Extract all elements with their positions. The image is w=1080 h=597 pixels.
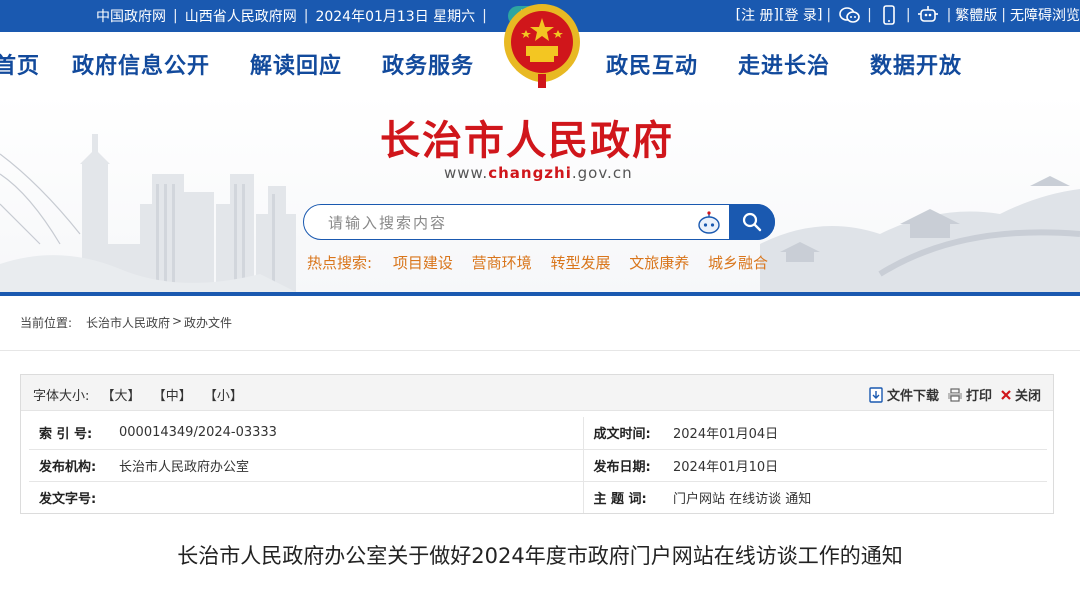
bracket: ] — [816, 7, 823, 23]
divider: | — [905, 7, 911, 23]
meta-key: 发布机构: — [29, 449, 109, 482]
divider: | — [946, 7, 952, 23]
printer-icon — [947, 387, 962, 402]
hot-search-item[interactable]: 营商环境 — [472, 254, 532, 272]
top-bar-right: [ 注 册 ][ 登 录 ] | | | | 繁體版 | 无障碍浏览 — [736, 5, 1080, 25]
meta-value — [109, 481, 584, 513]
site-title: 长治市人民政府 — [380, 117, 674, 164]
url-prefix: www. — [444, 164, 489, 182]
register-link[interactable]: 注 册 — [741, 5, 773, 25]
document-info-panel: 字体大小: 【大】 【中】 【小】 文件下载 打印 关闭 索 引 号: 0000… — [20, 374, 1054, 514]
meta-value: 000014349/2024-03333 — [109, 417, 584, 450]
table-row: 发文字号: 主 题 词: 门户网站 在线访谈 通知 — [29, 481, 1047, 513]
hot-search-label: 热点搜索: — [307, 254, 373, 272]
divider: | — [482, 8, 487, 24]
document-meta-table: 索 引 号: 000014349/2024-03333 成文时间: 2024年0… — [29, 417, 1047, 513]
divider — [0, 350, 1080, 351]
meta-value: 2024年01月10日 — [663, 449, 1047, 482]
font-size-large-button[interactable]: 【大】 — [102, 389, 141, 404]
breadcrumb-current[interactable]: 政办文件 — [184, 314, 232, 331]
link-shanxi-gov[interactable]: 山西省人民政府网 — [185, 6, 297, 26]
font-size-control: 字体大小: 【大】 【中】 【小】 — [33, 385, 251, 404]
search-button[interactable] — [729, 204, 775, 240]
nav-item-interpretation[interactable]: 解读回应 — [250, 48, 342, 80]
document-title: 长治市人民政府办公室关于做好2024年度市政府门户网站在线访谈工作的通知 — [177, 544, 903, 568]
login-link[interactable]: 登 录 — [784, 5, 816, 25]
nav-item-about-changzhi[interactable]: 走进长治 — [738, 48, 830, 80]
link-central-gov[interactable]: 中国政府网 — [96, 6, 166, 26]
wechat-icon[interactable] — [839, 5, 861, 25]
print-button[interactable]: 打印 — [947, 385, 992, 404]
url-suffix: .gov.cn — [571, 164, 633, 182]
breadcrumb-home-link[interactable]: 长治市人民政府 — [86, 314, 170, 331]
header-divider — [0, 292, 1080, 296]
meta-key: 发文字号: — [39, 491, 97, 507]
nav-item-interaction[interactable]: 政民互动 — [606, 48, 698, 80]
document-tools: 文件下载 打印 关闭 — [860, 385, 1041, 404]
search-box — [303, 204, 775, 240]
table-row: 发布机构: 长治市人民政府办公室 发布日期: 2024年01月10日 — [29, 449, 1047, 482]
divider: | — [303, 8, 309, 24]
site-url: www.changzhi.gov.cn — [444, 164, 633, 182]
hot-search-item[interactable]: 文旅康养 — [629, 254, 689, 272]
accessibility-link[interactable]: 无障碍浏览 — [1010, 5, 1080, 25]
nav-item-gov-info[interactable]: 政府信息公开 — [72, 48, 210, 80]
search-icon — [742, 212, 762, 232]
document-toolbar: 字体大小: 【大】 【中】 【小】 文件下载 打印 关闭 — [21, 375, 1053, 411]
meta-value: 2024年01月04日 — [663, 417, 1047, 450]
meta-key: 发布日期: — [583, 449, 663, 482]
top-bar-left: 中国政府网 | 山西省人民政府网 | 2024年01月13日 星期六 | IPV… — [96, 6, 563, 26]
divider: | — [173, 8, 178, 24]
font-size-medium-button[interactable]: 【中】 — [153, 389, 192, 404]
nav-item-home[interactable]: 首页 — [0, 48, 40, 80]
robot-icon[interactable] — [917, 5, 939, 25]
bracket: ][ — [773, 7, 785, 23]
divider: | — [867, 7, 872, 23]
close-button[interactable]: 关闭 — [1000, 385, 1041, 404]
meta-key: 主 题 词: — [593, 491, 647, 507]
download-icon — [869, 386, 883, 403]
mobile-icon[interactable] — [878, 5, 900, 25]
meta-key: 成文时间: — [583, 417, 663, 450]
search-input[interactable] — [328, 212, 688, 234]
hot-search-item[interactable]: 城乡融合 — [708, 254, 768, 272]
national-emblem-icon — [496, 0, 588, 94]
meta-value: 门户网站 在线访谈 通知 — [673, 491, 812, 507]
close-label: 关闭 — [1014, 389, 1041, 404]
download-label: 文件下载 — [886, 389, 939, 404]
header-banner: 长治市人民政府 www.changzhi.gov.cn 热点搜索: 项目建设 营… — [0, 94, 1080, 294]
print-label: 打印 — [965, 389, 992, 404]
divider: | — [826, 7, 832, 23]
nav-item-open-data[interactable]: 数据开放 — [870, 48, 962, 80]
font-size-label: 字体大小: — [33, 389, 90, 404]
close-icon — [1001, 389, 1011, 400]
hot-search-item[interactable]: 项目建设 — [393, 254, 453, 272]
nav-item-services[interactable]: 政务服务 — [382, 48, 474, 80]
hot-search-item[interactable]: 转型发展 — [550, 254, 610, 272]
meta-value: 长治市人民政府办公室 — [109, 449, 584, 482]
current-date: 2024年01月13日 星期六 — [315, 9, 476, 25]
traditional-chinese-link[interactable]: 繁體版 — [955, 5, 997, 25]
divider: | — [1001, 7, 1006, 23]
download-button[interactable]: 文件下载 — [868, 385, 939, 404]
breadcrumb: 当前位置: 长治市人民政府 > 政办文件 — [0, 310, 1080, 334]
breadcrumb-label: 当前位置: — [20, 316, 73, 330]
assistant-robot-icon[interactable] — [696, 210, 722, 236]
table-row: 索 引 号: 000014349/2024-03333 成文时间: 2024年0… — [29, 417, 1047, 450]
url-domain: changzhi — [488, 164, 572, 182]
hot-search: 热点搜索: 项目建设 营商环境 转型发展 文旅康养 城乡融合 — [307, 252, 782, 273]
breadcrumb-separator: > — [172, 314, 183, 328]
font-size-small-button[interactable]: 【小】 — [204, 389, 243, 404]
meta-key: 索 引 号: — [29, 417, 109, 450]
